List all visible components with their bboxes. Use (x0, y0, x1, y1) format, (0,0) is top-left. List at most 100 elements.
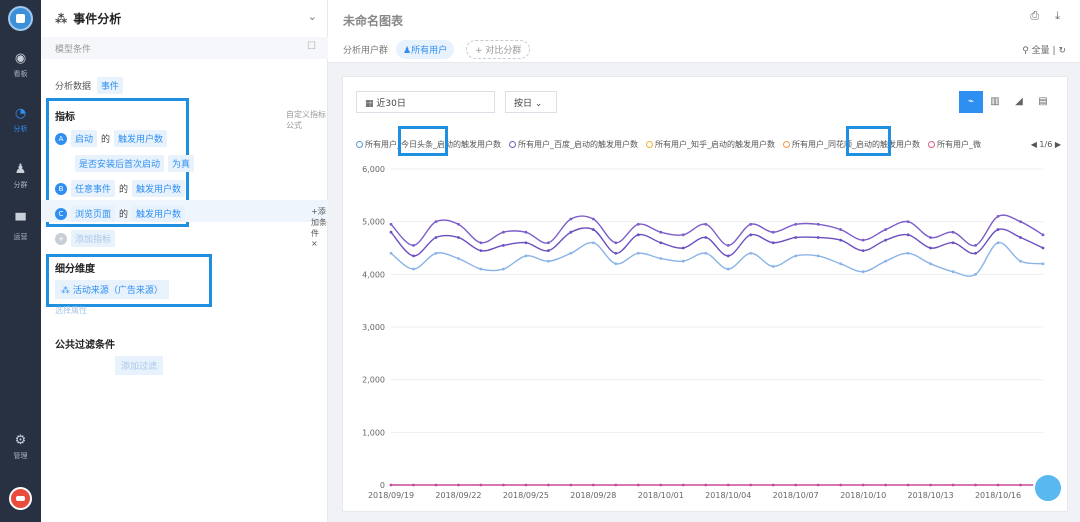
data-point (659, 257, 663, 260)
area-chart-icon[interactable]: ◢ (1007, 91, 1031, 113)
data-point (659, 483, 663, 487)
search-icon[interactable]: ⚲ (1022, 46, 1029, 56)
pie-chart-icon: ◔ (14, 106, 27, 121)
series-line (390, 227, 1044, 257)
granularity-value: 按日 (514, 99, 533, 109)
legend-label: 所有用户_知乎_启动的触发用户数 (655, 139, 775, 149)
chart-title[interactable]: 未命名图表 (343, 12, 403, 29)
data-point (951, 241, 955, 245)
legend-item[interactable]: 所有用户_百度_启动的触发用户数 (509, 139, 638, 150)
data-point (929, 246, 932, 250)
filter-value-select[interactable]: 为真 (168, 155, 195, 172)
user-group-chip[interactable]: ♟所有用户 (396, 40, 455, 59)
data-point (726, 243, 730, 247)
data-point (591, 241, 595, 245)
compare-group-button[interactable]: + 对比分群 (466, 40, 531, 59)
x-tick-label: 2018/09/22 (435, 491, 481, 500)
data-point (524, 241, 528, 245)
dimension-value: 活动来源（广告来源） (72, 286, 163, 296)
save-icon[interactable]: ⎙ (1030, 9, 1039, 23)
legend-dot (509, 140, 516, 148)
nav-settings[interactable]: ⚙ 管理 (0, 434, 41, 461)
refresh-icon[interactable]: ↻ (1058, 46, 1066, 56)
data-point (614, 483, 618, 487)
table-icon[interactable]: ▤ (1031, 91, 1055, 113)
y-tick-label: 6,000 (362, 165, 385, 174)
x-tick-label: 2018/10/07 (773, 491, 819, 500)
data-point (681, 246, 685, 250)
line-chart-icon[interactable]: ⌁ (959, 91, 983, 113)
data-point (479, 249, 483, 253)
nav-dashboard[interactable]: ◉ 看板 (0, 52, 41, 79)
data-point (479, 267, 483, 271)
user-icon: ♟ (403, 46, 412, 56)
nav-campaign[interactable]: ▀ 运营 (0, 215, 41, 242)
x-tick-label: 2018/10/01 (638, 491, 684, 500)
data-point (591, 228, 595, 231)
edit-icon[interactable]: ☐ (307, 41, 316, 52)
metric-of: 的 (119, 210, 129, 220)
monitor-icon: ▀ (15, 214, 26, 229)
data-point (502, 483, 505, 487)
metric-measure-select[interactable]: 触发用户数 (132, 205, 186, 222)
nav-analysis[interactable]: ◔ 分析 (0, 107, 41, 134)
data-point (816, 254, 820, 258)
metric-event-select[interactable]: 浏览页面 (71, 205, 116, 222)
data-point (546, 259, 550, 263)
analysis-basis: 分析数据 事件 (55, 77, 123, 94)
data-point (974, 272, 977, 276)
add-metric-button[interactable]: + 添加指标 (55, 230, 116, 247)
data-point (591, 217, 595, 221)
data-point (704, 483, 708, 487)
dimension-select[interactable]: ⁂ 活动来源（广告来源） (55, 280, 169, 299)
x-tick-label: 2018/09/28 (570, 491, 616, 500)
data-point (996, 215, 1000, 218)
chart-header: 未命名图表 ⎙ ⤓ 分析用户群 ♟所有用户 + 对比分群 ⚲ 全量 | ↻ (328, 0, 1080, 63)
metric-measure-select[interactable]: 触发用户数 (114, 130, 168, 147)
date-range-picker[interactable]: ▦ 近30日 (356, 91, 495, 113)
granularity-select[interactable]: 按日 ⌄ (505, 91, 557, 113)
data-point (839, 228, 843, 231)
series-line (390, 214, 1044, 247)
plus-icon: + (55, 232, 67, 245)
data-point (749, 483, 753, 487)
metric-event-select[interactable]: 启动 (71, 130, 98, 147)
filter-prop-select[interactable]: 是否安装后首次启动 (75, 155, 165, 172)
avatar[interactable] (9, 487, 32, 510)
data-point (681, 483, 685, 487)
legend-item[interactable]: 所有用户_知乎_启动的触发用户数 (646, 139, 775, 150)
data-point (704, 236, 708, 239)
data-point (861, 270, 865, 274)
select-attribute-link[interactable]: 选择属性 (55, 305, 87, 316)
chart-legend: 所有用户_今日头条_启动的触发用户数 所有用户_百度_启动的触发用户数 所有用户_知… (356, 137, 1061, 151)
data-point (771, 230, 775, 234)
data-point (929, 262, 932, 266)
add-condition-button[interactable]: +添加条件 × (311, 206, 327, 248)
legend-pager[interactable]: ◀ 1/6 ▶ (1031, 140, 1061, 149)
data-point (906, 483, 910, 487)
data-point (389, 222, 393, 226)
download-icon[interactable]: ⤓ (1055, 9, 1060, 23)
data-point (569, 230, 573, 234)
add-filter-button[interactable]: 添加过滤 (115, 356, 164, 375)
legend-item[interactable]: 所有用户_微 (928, 139, 981, 150)
chevron-down-icon[interactable]: ⌄ (308, 10, 317, 23)
x-tick-label: 2018/09/19 (368, 491, 414, 500)
basis-chip[interactable]: 事件 (96, 77, 123, 94)
help-mascot[interactable] (1033, 473, 1063, 503)
data-point (546, 249, 550, 253)
data-point (816, 483, 820, 487)
app-logo[interactable] (8, 6, 33, 31)
metric-measure-select[interactable]: 触发用户数 (132, 180, 186, 197)
chart-type-switch: ⌁ ▥ ◢ ▤ (959, 91, 1055, 113)
data-point (412, 267, 415, 271)
custom-formula-link[interactable]: 自定义指标公式 (286, 109, 327, 131)
all-label[interactable]: 全量 (1032, 46, 1050, 56)
metric-badge: B (55, 182, 67, 195)
legend-label: 所有用户_微 (937, 139, 981, 149)
bar-chart-icon[interactable]: ▥ (983, 91, 1007, 113)
model-conditions-row[interactable]: 模型条件 ☐ (41, 37, 328, 59)
metric-event-select[interactable]: 任意事件 (71, 180, 116, 197)
nav-users[interactable]: ♟ 分群 (0, 163, 41, 190)
legend-highlight-box (398, 126, 448, 156)
